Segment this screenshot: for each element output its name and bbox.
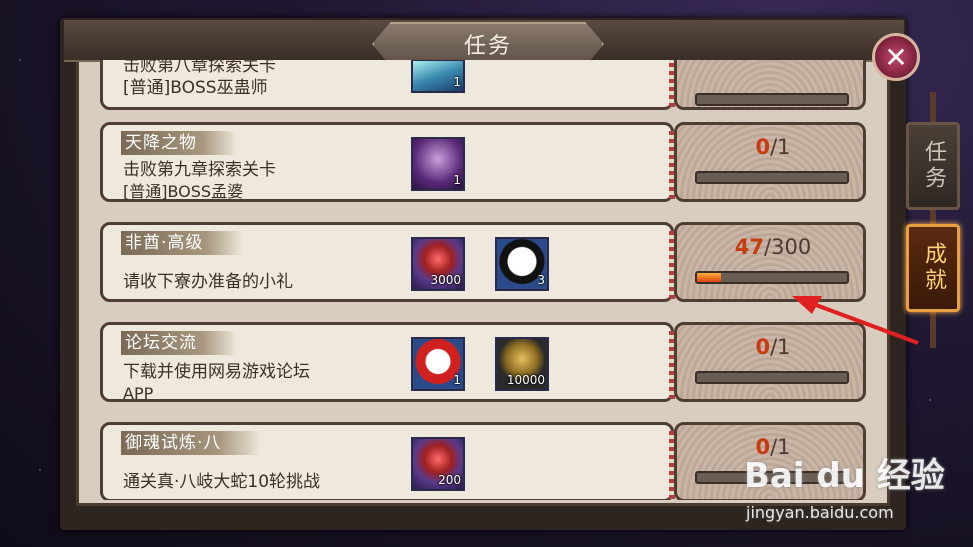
progress-bar (695, 271, 849, 284)
task-list[interactable]: 击败第八章探索关卡 [普通]BOSS巫蛊师 1 天降之物 击败第九章探索关卡 [… (96, 60, 870, 500)
task-row: 论坛交流 下载并使用网易游戏论坛 APP 1 10000 0/1 (96, 322, 870, 404)
progress-panel: 47/300 (674, 222, 866, 302)
task-row: 击败第八章探索关卡 [普通]BOSS巫蛊师 1 (96, 60, 870, 112)
watermark-logo: Bai du 经验 (744, 456, 945, 496)
watermark-url: jingyan.baidu.com (746, 503, 894, 522)
task-tag: 天降之物 (121, 131, 237, 155)
reward-qty: 200 (438, 473, 461, 487)
tab-achievement[interactable]: 成就 (906, 224, 960, 312)
progress-total: /1 (770, 135, 791, 159)
task-desc-line1: 下载并使用网易游戏论坛 (123, 362, 310, 382)
task-row: 非酋·高级 请收下寮办准备的小礼 3000 3 47/300 (96, 222, 870, 304)
task-card: 天降之物 击败第九章探索关卡 [普通]BOSS孟婆 1 (100, 122, 675, 202)
reward-red-soul-icon[interactable]: 200 (411, 437, 465, 491)
task-desc-line1: 击败第八章探索关卡 (123, 60, 276, 76)
task-card: 论坛交流 下载并使用网易游戏论坛 APP 1 10000 (100, 322, 675, 403)
task-row: 天降之物 击败第九章探索关卡 [普通]BOSS孟婆 1 0/1 (96, 122, 870, 204)
progress-total: /1 (770, 335, 791, 359)
progress-total: /300 (764, 235, 812, 259)
reward-qty: 3000 (430, 273, 461, 287)
close-icon: ✕ (884, 40, 908, 74)
task-desc-line1: 击败第九章探索关卡 (123, 160, 276, 180)
task-desc-line1: 通关真·八岐大蛇10轮挑战 (123, 472, 321, 492)
task-desc-line1: 请收下寮办准备的小礼 (123, 272, 293, 292)
reward-qty: 1 (453, 75, 461, 89)
task-desc-line2: APP (123, 384, 154, 403)
progress-bar (695, 171, 849, 184)
progress-current: 47 (734, 235, 765, 259)
progress-current: 0 (755, 135, 771, 159)
close-button[interactable]: ✕ (872, 33, 920, 81)
reward-coin-icon[interactable]: 10000 (495, 337, 549, 391)
progress-count: 0/1 (677, 135, 869, 159)
reward-qty: 10000 (506, 373, 545, 387)
page-title: 任务 (463, 34, 512, 59)
progress-count: 0/1 (677, 335, 869, 359)
task-tag: 御魂试炼·八 (121, 431, 262, 455)
reward-boss-portrait-icon[interactable]: 1 (411, 137, 465, 191)
tab-task[interactable]: 任务 (906, 122, 960, 210)
progress-current: 0 (755, 335, 771, 359)
progress-bar (695, 93, 849, 106)
task-desc-line2: [普通]BOSS巫蛊师 (123, 78, 268, 98)
task-card: 击败第八章探索关卡 [普通]BOSS巫蛊师 1 (100, 60, 675, 110)
progress-fill (697, 273, 721, 282)
task-card: 御魂试炼·八 通关真·八岐大蛇10轮挑战 200 (100, 422, 675, 500)
progress-panel: 0/1 (674, 322, 866, 402)
reward-white-daruma-icon[interactable]: 3 (495, 237, 549, 291)
reward-qty: 3 (537, 273, 545, 287)
reward-qty: 1 (453, 173, 461, 187)
task-desc-line2: [普通]BOSS孟婆 (123, 182, 244, 201)
task-tag: 论坛交流 (121, 331, 237, 355)
reward-red-soul-icon[interactable]: 3000 (411, 237, 465, 291)
task-card: 非酋·高级 请收下寮办准备的小礼 3000 3 (100, 222, 675, 302)
progress-panel (674, 60, 866, 110)
progress-panel: 0/1 (674, 122, 866, 202)
progress-bar (695, 371, 849, 384)
task-tag: 非酋·高级 (121, 231, 244, 255)
reward-red-daruma-icon[interactable]: 1 (411, 337, 465, 391)
progress-count: 47/300 (677, 235, 869, 259)
reward-fall-icon[interactable]: 1 (411, 60, 465, 93)
reward-qty: 1 (453, 373, 461, 387)
